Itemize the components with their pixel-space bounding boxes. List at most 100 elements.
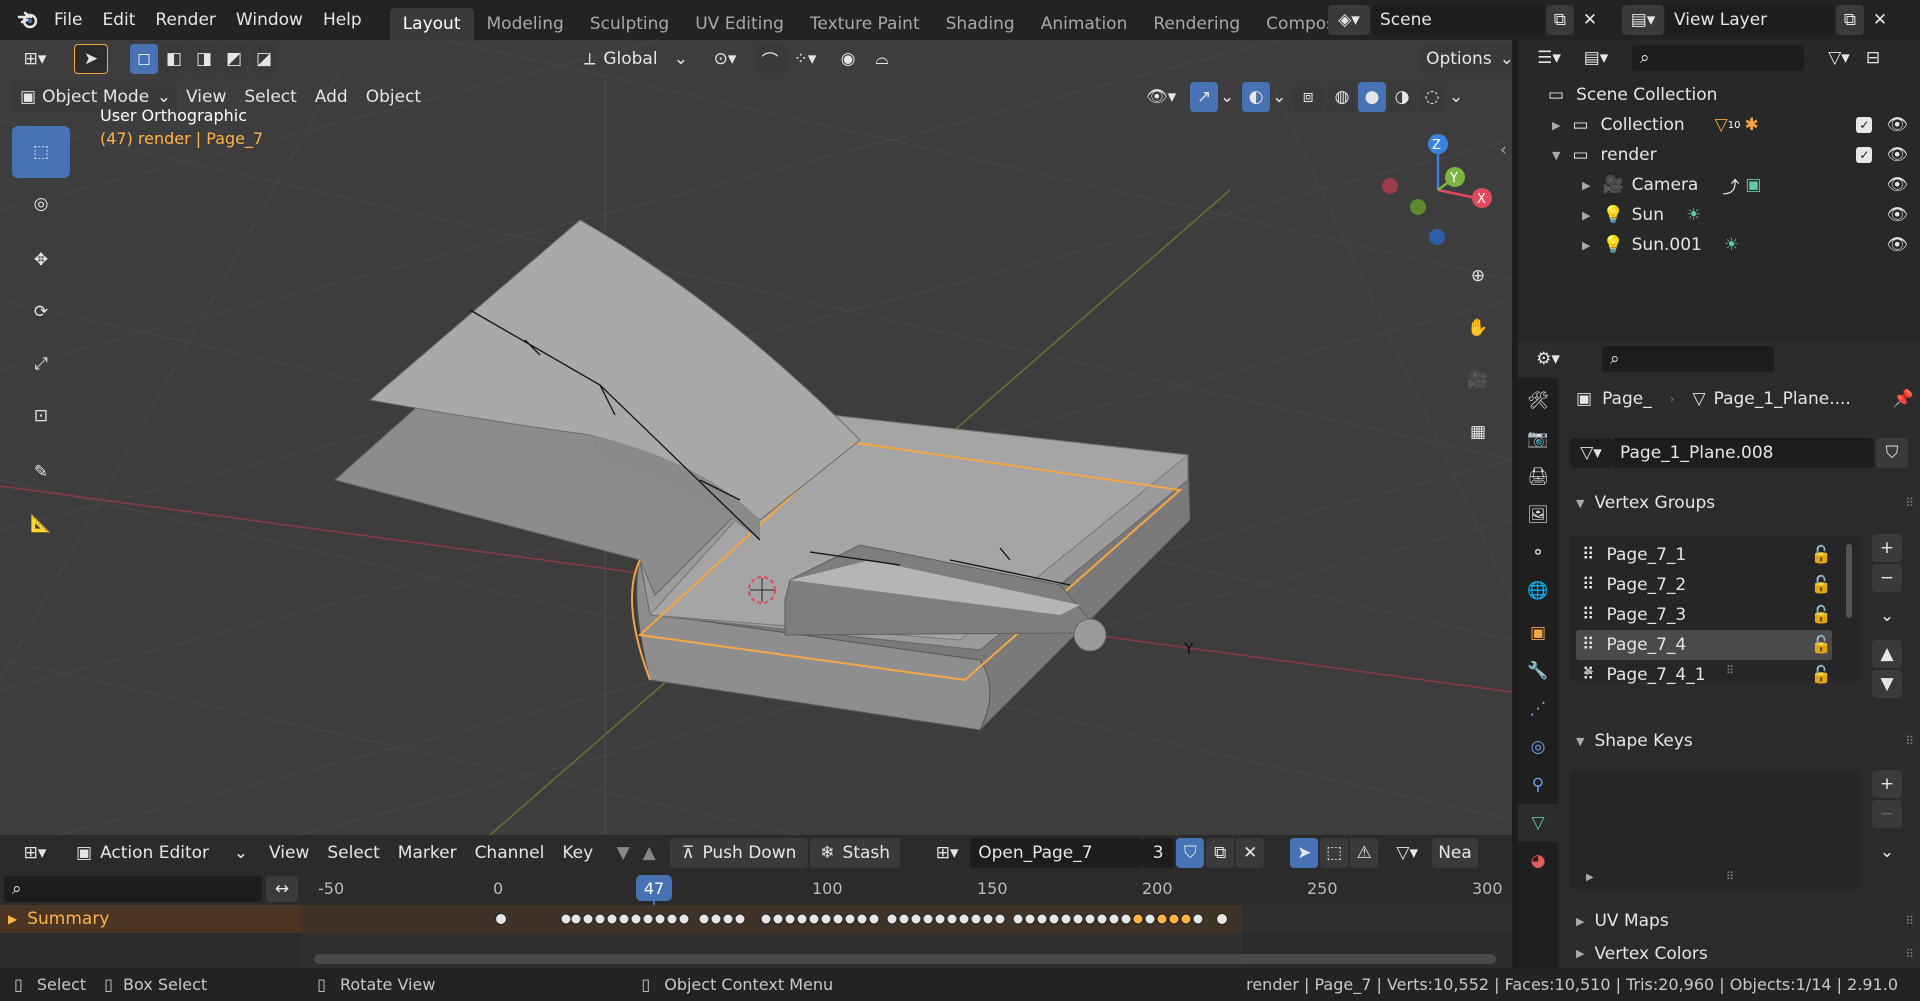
drag-handle-icon[interactable]: ⠿ bbox=[1905, 734, 1914, 748]
summary-channel[interactable]: ▶ Summary bbox=[0, 905, 300, 933]
proportional-edit-icon[interactable]: ◉ bbox=[832, 44, 864, 74]
exclude-checkbox[interactable]: ✓ bbox=[1856, 147, 1873, 163]
mode-dropdown[interactable]: ▣ Action Editor ⌄ bbox=[68, 838, 254, 868]
view-layer-name-field[interactable]: View Layer bbox=[1666, 5, 1834, 35]
expand-triangle-icon[interactable]: ▶ bbox=[1582, 239, 1590, 252]
select-intersect-icon[interactable]: ◪ bbox=[250, 44, 278, 74]
fake-user-icon[interactable]: ⛉ bbox=[1176, 838, 1205, 868]
outliner-row-camera[interactable]: ▶ 🎥 Camera ⤴ ▣ 👁 bbox=[1518, 170, 1920, 200]
specials-menu-icon[interactable]: ⌄ bbox=[1872, 602, 1902, 630]
tab-shading[interactable]: Shading bbox=[933, 8, 1028, 40]
keyframes[interactable] bbox=[300, 905, 1512, 933]
annotate-tool-icon[interactable]: ✎ bbox=[12, 446, 70, 498]
pan-hand-icon[interactable]: ✋ bbox=[1457, 307, 1499, 349]
remove-shape-key-icon[interactable]: − bbox=[1872, 800, 1902, 828]
push-down-button[interactable]: ⊼ Push Down bbox=[670, 838, 809, 868]
resize-handle-icon[interactable]: ⠿ bbox=[1726, 870, 1734, 883]
collapse-triangle-icon[interactable]: ▼ bbox=[1552, 149, 1560, 162]
unlink-action-icon[interactable]: ✕ bbox=[1236, 838, 1265, 868]
list-item[interactable]: ⠿ Page_7_1 🔓 bbox=[1576, 540, 1832, 570]
delete-view-layer-icon[interactable]: ✕ bbox=[1866, 5, 1894, 35]
menu-file[interactable]: File bbox=[44, 0, 92, 40]
transform-tool-icon[interactable]: ⊡ bbox=[12, 390, 70, 442]
snap-type-icon[interactable]: ⁘▾ bbox=[788, 44, 822, 74]
tool-tab-icon[interactable]: 🛠 bbox=[1518, 382, 1558, 420]
lock-icon[interactable]: 🔓 bbox=[1811, 635, 1832, 655]
drag-handle-icon[interactable]: ⠿ bbox=[1905, 914, 1914, 928]
tab-animation[interactable]: Animation bbox=[1028, 8, 1141, 40]
properties-search-input[interactable]: ⌕ bbox=[1602, 346, 1774, 372]
chevron-down-icon[interactable]: ⌄ bbox=[1270, 82, 1288, 112]
data-tab-icon[interactable]: ▽ bbox=[1518, 804, 1558, 842]
vertex-colors-panel-header[interactable]: ▶ Vertex Colors ⠿ bbox=[1570, 939, 1914, 968]
outliner-row-collection[interactable]: ▶ ▭ Collection ▽ 10 ✱ ✓ 👁 bbox=[1518, 110, 1920, 140]
pin-icon[interactable]: 📌 bbox=[1893, 389, 1914, 409]
add-shape-key-icon[interactable]: + bbox=[1872, 770, 1902, 798]
fake-user-icon[interactable]: ⛉ bbox=[1876, 438, 1908, 468]
select-extend-icon[interactable]: ◧ bbox=[160, 44, 188, 74]
select-subtract-icon[interactable]: ◨ bbox=[190, 44, 218, 74]
expand-triangle-icon[interactable]: ▶ bbox=[1582, 179, 1590, 192]
menu-channel[interactable]: Channel bbox=[466, 838, 554, 868]
channel-search-input[interactable]: ⌕ bbox=[4, 876, 262, 902]
output-tab-icon[interactable]: 🖨 bbox=[1518, 458, 1558, 496]
action-browse-icon[interactable]: ⊞▾ bbox=[926, 838, 968, 868]
eye-icon[interactable]: 👁 bbox=[1886, 175, 1908, 195]
modifiers-tab-icon[interactable]: 🔧 bbox=[1518, 652, 1558, 690]
tab-sculpting[interactable]: Sculpting bbox=[577, 8, 682, 40]
cursor-tool-icon[interactable]: ◎ bbox=[12, 178, 70, 230]
shape-keys-panel-header[interactable]: ▼ Shape Keys ⠿ bbox=[1570, 724, 1914, 758]
move-down-icon[interactable]: ▼ bbox=[1872, 670, 1902, 698]
xray-toggle-icon[interactable]: ⧈ bbox=[1294, 82, 1323, 112]
3d-viewport[interactable]: Y Z Y X ⊞▾ ➤ ◻ ◧ ◨ ◩ ◪ ⟂ Global ⌄ ⊙▾ ⌒ ⁘… bbox=[0, 40, 1512, 835]
select-mode-icon[interactable]: ➤ bbox=[74, 44, 108, 74]
only-selected-icon[interactable]: ➤ bbox=[1290, 838, 1319, 868]
sync-length-icon[interactable]: ↔ bbox=[266, 876, 298, 902]
horizontal-scrollbar[interactable] bbox=[314, 954, 1496, 964]
particles-tab-icon[interactable]: ⋰ bbox=[1518, 690, 1558, 728]
menu-key[interactable]: Key bbox=[553, 838, 602, 868]
expand-triangle-icon[interactable]: ▶ bbox=[1552, 119, 1560, 132]
list-scrollbar[interactable] bbox=[1846, 544, 1852, 618]
eye-icon[interactable]: 👁 bbox=[1886, 115, 1908, 135]
menu-add[interactable]: Add bbox=[306, 82, 357, 112]
blender-logo-icon[interactable] bbox=[12, 7, 44, 33]
eye-icon[interactable]: 👁 bbox=[1886, 235, 1908, 255]
list-item[interactable]: ⠿ Page_7_4_1 🔓 bbox=[1576, 660, 1832, 690]
wireframe-shading-icon[interactable]: ◍ bbox=[1328, 82, 1357, 112]
menu-select[interactable]: Select bbox=[318, 838, 388, 868]
sidebar-toggle-icon[interactable]: ‹ bbox=[1500, 140, 1507, 160]
filter-icon[interactable]: ▽▾ bbox=[1818, 43, 1860, 73]
editor-type-icon[interactable]: ⊞▾ bbox=[12, 44, 58, 74]
menu-render[interactable]: Render bbox=[145, 0, 226, 40]
scene-name-field[interactable]: Scene bbox=[1372, 5, 1544, 35]
mesh-browse-icon[interactable]: ▽▾ bbox=[1570, 438, 1612, 468]
select-new-icon[interactable]: ◻ bbox=[130, 44, 158, 74]
tab-rendering[interactable]: Rendering bbox=[1140, 8, 1253, 40]
menu-object[interactable]: Object bbox=[357, 82, 430, 112]
solid-shading-icon[interactable]: ● bbox=[1358, 82, 1387, 112]
overlays-toggle-icon[interactable]: ◐ bbox=[1242, 82, 1271, 112]
physics-tab-icon[interactable]: ◎ bbox=[1518, 728, 1558, 766]
new-collection-icon[interactable]: ⊟ bbox=[1860, 43, 1886, 73]
scale-tool-icon[interactable]: ⤢ bbox=[12, 338, 70, 390]
expand-triangle-icon[interactable]: ▶ bbox=[1582, 209, 1590, 222]
outliner-row-render[interactable]: ▼ ▭ render ✓ 👁 bbox=[1518, 140, 1920, 170]
new-action-icon[interactable]: ⧉ bbox=[1206, 838, 1235, 868]
resize-handle-icon[interactable]: ⠿ bbox=[1726, 664, 1734, 677]
menu-window[interactable]: Window bbox=[226, 0, 313, 40]
action-name-field[interactable]: Open_Page_7 bbox=[970, 838, 1143, 868]
world-tab-icon[interactable]: 🌐 bbox=[1518, 572, 1558, 610]
list-item[interactable]: ⠿ Page_7_2 🔓 bbox=[1576, 570, 1832, 600]
light-sphere[interactable] bbox=[1073, 618, 1107, 652]
uv-maps-panel-header[interactable]: ▶ UV Maps ⠿ bbox=[1570, 904, 1914, 938]
rotate-tool-icon[interactable]: ⟳ bbox=[12, 286, 70, 338]
specials-menu-icon[interactable]: ⌄ bbox=[1872, 838, 1902, 866]
options-dropdown[interactable]: Options ⌄ bbox=[1422, 44, 1512, 74]
book-model[interactable] bbox=[333, 219, 1191, 731]
select-invert-icon[interactable]: ◩ bbox=[220, 44, 248, 74]
tab-texture-paint[interactable]: Texture Paint bbox=[797, 8, 933, 40]
constraints-tab-icon[interactable]: ⚲ bbox=[1518, 766, 1558, 804]
new-scene-icon[interactable]: ⧉ bbox=[1546, 5, 1574, 35]
move-tool-icon[interactable]: ✥ bbox=[12, 234, 70, 286]
